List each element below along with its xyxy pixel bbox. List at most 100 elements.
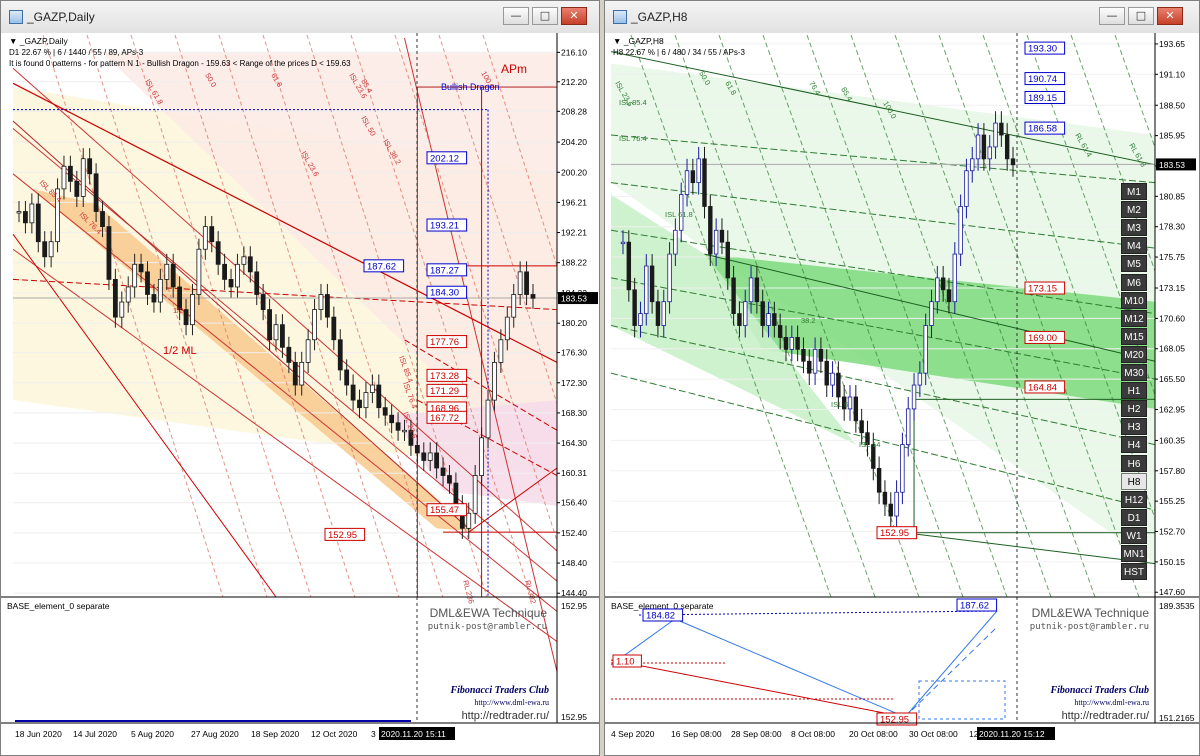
timeframe-button-h6[interactable]: H6 [1121,454,1147,472]
price-box-blue: 187.27 [430,265,459,276]
right-titlebar[interactable]: _GAZP,H8 — □ ✕ [605,1,1199,34]
candle-body [61,165,67,190]
timeframe-button-h12[interactable]: H12 [1121,490,1147,508]
price-tick-label: 156.40 [561,498,587,508]
ind-box-187: 187.62 [960,601,989,612]
chart-info-line: D1 22.67 % | 6 / 1440 / 55 / 89, APs-3 [9,48,144,57]
indicator-title: BASE_element_0 separate [7,601,110,611]
candle-body [292,361,298,386]
price-tick-label: 152.40 [561,528,587,538]
timeframe-button-h4[interactable]: H4 [1121,436,1147,454]
timeframe-button-m2[interactable]: M2 [1121,201,1147,219]
timeframe-button-m5[interactable]: M5 [1121,255,1147,273]
candle-body [754,277,760,303]
price-tick-label: 180.85 [1159,191,1185,201]
chart-window-icon [613,10,627,24]
url-redtrader: http://redtrader.ru/ [1062,710,1150,722]
candle-body [504,316,510,341]
candle-body [228,279,234,288]
candle-body [935,277,940,303]
timeframe-button-m6[interactable]: M6 [1121,273,1147,291]
price-box-red: 173.28 [430,371,459,382]
price-tick-label: 170.60 [1159,313,1185,323]
candle-body [331,316,337,341]
minimize-button[interactable]: — [1099,7,1125,25]
left-titlebar[interactable]: _GAZP,Daily — □ ✕ [1,1,599,34]
daily-chart[interactable]: ISL 85.4ISL 76.41/250.0 61.8ISL 61.8 85.4I… [1,33,599,755]
price-tick-label: 172.30 [561,378,587,388]
candle-body [795,337,800,350]
candle-body [119,301,125,318]
minimize-button[interactable]: — [503,7,529,25]
price-box-red: 177.76 [430,337,459,348]
symbol-menu: ▼ _GAZP,Daily [9,36,69,46]
timeframe-button-m30[interactable]: M30 [1121,364,1147,381]
candle-body [447,475,452,484]
timeframe-button-m12[interactable]: M12 [1121,309,1147,327]
timeframe-button-m3[interactable]: M3 [1121,219,1147,237]
candle-body [498,339,504,363]
timeframe-button-hst[interactable]: HST [1121,563,1147,581]
right-chart-window[interactable]: _GAZP,H8 — □ ✕ ISL 23.6 50.0 61.8 ISL 85.4 I… [604,0,1200,756]
price-tick-label: 160.35 [1159,435,1185,445]
timeframe-button-m1[interactable]: M1 [1121,183,1147,200]
price-tick-label: 150.15 [1159,557,1185,567]
timeframe-button-d1[interactable]: D1 [1121,508,1147,526]
candle-body [402,429,407,433]
candle-body [170,263,176,288]
price-tick-label: 188.22 [561,258,587,268]
url-dml: http://www.dml-ewa.ru [474,698,549,707]
candle-body [453,482,459,507]
candle-body [87,158,93,175]
candle-body [766,313,771,326]
candle-body [760,301,765,326]
timeframe-button-m4[interactable]: M4 [1121,237,1147,255]
timeframe-button-m15[interactable]: M15 [1121,327,1147,345]
fib-level-label: ISL 6 [831,400,848,409]
indicator-axis-bottom: 152.95 [561,712,587,722]
timeframe-button-h8[interactable]: H8 [1121,472,1147,490]
maximize-button[interactable]: □ [532,7,558,25]
close-button[interactable]: ✕ [561,7,587,25]
timeframe-button-h1[interactable]: H1 [1121,382,1147,400]
timeframe-button-mn1[interactable]: MN1 [1121,545,1147,562]
candle-body [100,211,105,228]
url-redtrader: http://redtrader.ru/ [462,710,550,722]
candle-body [638,313,643,326]
close-button[interactable]: ✕ [1157,7,1183,25]
candle-body [209,226,215,243]
watermark-email: putnik-post@rambler.ru [1030,622,1149,632]
candle-body [655,301,661,326]
candle-body [125,286,131,303]
time-cursor-value: 2020.11.20 15:11 [381,729,446,739]
candle-body [530,294,536,299]
timeframe-button-m20[interactable]: M20 [1121,345,1147,363]
price-box-red: 164.84 [1028,382,1057,393]
candle-body [783,337,789,350]
candle-body [421,452,427,461]
fib-level-label: ISL 76.4 [619,134,647,143]
timeframe-button-h3[interactable]: H3 [1121,418,1147,436]
price-tick-label: 168.05 [1159,344,1185,354]
timeframe-button-m10[interactable]: M10 [1121,291,1147,309]
candle-body [748,277,754,303]
candle-body [312,309,317,341]
candle-body [466,512,472,529]
candle-body [894,491,899,517]
timeframe-button-h2[interactable]: H2 [1121,400,1147,418]
candle-body [389,414,395,424]
candle-body [151,294,157,303]
candle-body [337,339,343,371]
timeframe-button-w1[interactable]: W1 [1121,526,1147,544]
left-chart-window[interactable]: _GAZP,Daily — □ ✕ ISL 85.4 ISL 76.4 1/2 50.… [0,0,600,756]
h8-chart[interactable]: ISL 23.650.061.8ISL 85.4ISL 76.4ISL 61.8… [605,33,1199,755]
candle-body [731,277,736,315]
candle-body [382,407,388,416]
candle-body [713,229,719,255]
price-tick-label: 148.40 [561,558,587,568]
maximize-button[interactable]: □ [1128,7,1154,25]
candle-body [106,226,112,280]
candle-body [112,279,118,318]
apm-label: APm [501,62,527,76]
price-box-blue: 189.15 [1028,93,1057,104]
